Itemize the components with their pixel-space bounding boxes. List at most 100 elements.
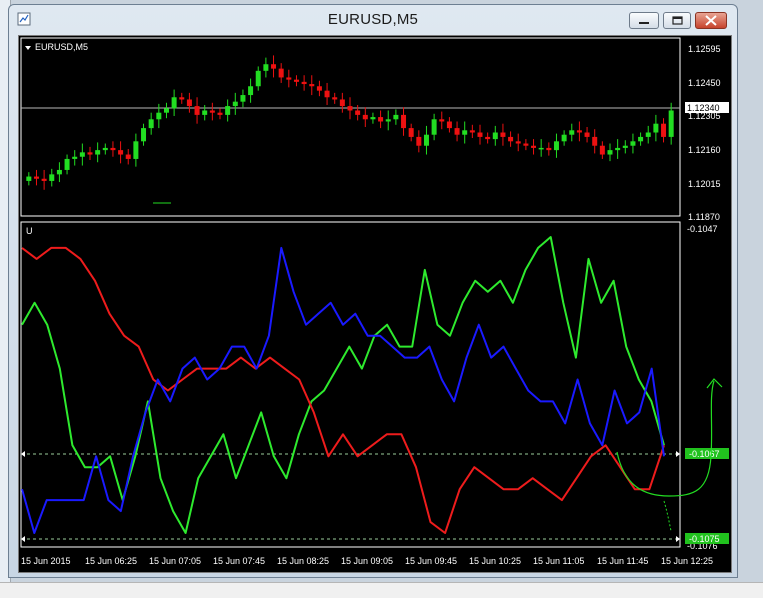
green-series-line — [21, 236, 665, 534]
candle-body — [286, 77, 292, 80]
candle-body — [416, 136, 422, 146]
chart-canvas[interactable]: EURUSD,M5 1.12595 1.12450 1.12305 1.1216… — [19, 36, 731, 572]
candle-body — [26, 176, 32, 181]
candle-body — [630, 141, 636, 146]
candle-body — [645, 132, 651, 137]
candle-body — [163, 108, 169, 113]
time-tick: 15 Jun 12:25 — [661, 556, 713, 566]
close-button[interactable] — [695, 12, 727, 29]
level-arrow-icon — [21, 536, 25, 542]
candle-body — [316, 86, 322, 91]
annotation-arrow-icon — [706, 378, 723, 389]
candle-body — [439, 119, 445, 122]
candle-body — [301, 81, 307, 85]
candle-body — [462, 130, 468, 135]
candle-body — [156, 112, 162, 120]
candle-body — [179, 97, 185, 100]
candle-body — [531, 145, 537, 148]
candle-body — [217, 112, 223, 115]
time-tick: 15 Jun 07:05 — [149, 556, 201, 566]
time-tick: 15 Jun 11:45 — [597, 556, 648, 566]
candle-body — [255, 70, 261, 87]
candle-body — [385, 119, 391, 122]
level-arrow-icon — [676, 536, 680, 542]
candle-body — [87, 152, 93, 155]
candle-body — [515, 141, 521, 144]
price-tick: 1.12015 — [688, 179, 721, 189]
level-arrow-icon — [21, 451, 25, 457]
time-tick: 15 Jun 11:05 — [533, 556, 584, 566]
candle-body — [661, 123, 667, 137]
candle-body — [615, 147, 621, 151]
candle-body — [362, 114, 368, 120]
candle-body — [584, 132, 590, 137]
time-tick: 15 Jun 08:25 — [277, 556, 329, 566]
candle-body — [569, 130, 575, 135]
candle-body — [225, 106, 231, 115]
chart-window[interactable]: EURUSD,M5 EURUSD,M5 1.12595 1.12450 1.12… — [8, 4, 738, 578]
time-tick: 15 Jun 2015 — [21, 556, 71, 566]
candle-body — [454, 128, 460, 135]
indicator-panel-border — [20, 221, 681, 548]
candle-body — [538, 147, 544, 150]
price-axis: 1.12595 1.12450 1.12305 1.12160 1.12015 … — [688, 44, 721, 222]
title-bar[interactable]: EURUSD,M5 — [9, 5, 737, 35]
candle-body — [118, 150, 124, 155]
candles — [26, 55, 674, 190]
candle-body — [263, 64, 269, 71]
candle-body — [378, 117, 384, 122]
time-tick: 15 Jun 07:45 — [213, 556, 265, 566]
candle-body — [202, 110, 208, 115]
indicator-panel-label: U — [26, 226, 33, 236]
restore-button[interactable] — [663, 12, 691, 29]
restore-icon — [672, 16, 683, 25]
candle-body — [408, 128, 414, 137]
candle-body — [431, 119, 437, 135]
minimize-button[interactable] — [629, 12, 659, 29]
candle-body — [41, 178, 47, 181]
candle-body — [209, 110, 215, 113]
candle-body — [370, 117, 376, 120]
candle-body — [309, 84, 315, 87]
collapse-arrow-icon[interactable] — [25, 46, 31, 50]
candle-body — [110, 147, 116, 151]
candle-body — [240, 95, 246, 102]
candle-body — [339, 99, 345, 107]
candle-body — [355, 110, 361, 115]
price-tick: 1.11870 — [688, 212, 720, 222]
candle-body — [324, 90, 330, 98]
marker-value-upper: -0.1067 — [689, 449, 720, 459]
main-panel-label: EURUSD,M5 — [35, 42, 88, 52]
candle-body — [232, 101, 238, 107]
marker-value-lower: -0.1075 — [689, 534, 720, 544]
candle-body — [508, 136, 514, 142]
candle-body — [102, 147, 108, 151]
close-icon — [705, 15, 717, 26]
candle-body — [64, 158, 70, 170]
time-tick: 15 Jun 09:45 — [405, 556, 457, 566]
level-arrow-icon — [676, 451, 680, 457]
candle-body — [95, 150, 101, 155]
candle-body — [33, 176, 39, 179]
candle-body — [171, 97, 177, 109]
chart-area[interactable]: EURUSD,M5 1.12595 1.12450 1.12305 1.1216… — [18, 35, 732, 573]
candle-body — [523, 143, 529, 146]
candle-body — [194, 106, 200, 115]
candle-body — [638, 136, 644, 142]
candle-body — [393, 114, 399, 120]
main-panel-border — [20, 37, 681, 217]
background-status-area — [0, 582, 763, 598]
minimize-icon — [639, 22, 649, 24]
candle-body — [500, 132, 506, 137]
current-price-label: 1.12340 — [687, 103, 720, 113]
candle-body — [576, 130, 582, 133]
candle-body — [271, 64, 277, 69]
candle-body — [49, 174, 55, 181]
candle-body — [148, 119, 154, 129]
candle-body — [469, 130, 475, 133]
candle-body — [668, 110, 674, 137]
red-series-line — [21, 246, 665, 534]
time-tick: 15 Jun 06:25 — [85, 556, 137, 566]
candle-body — [553, 141, 559, 151]
price-tick: 1.12160 — [688, 145, 721, 155]
